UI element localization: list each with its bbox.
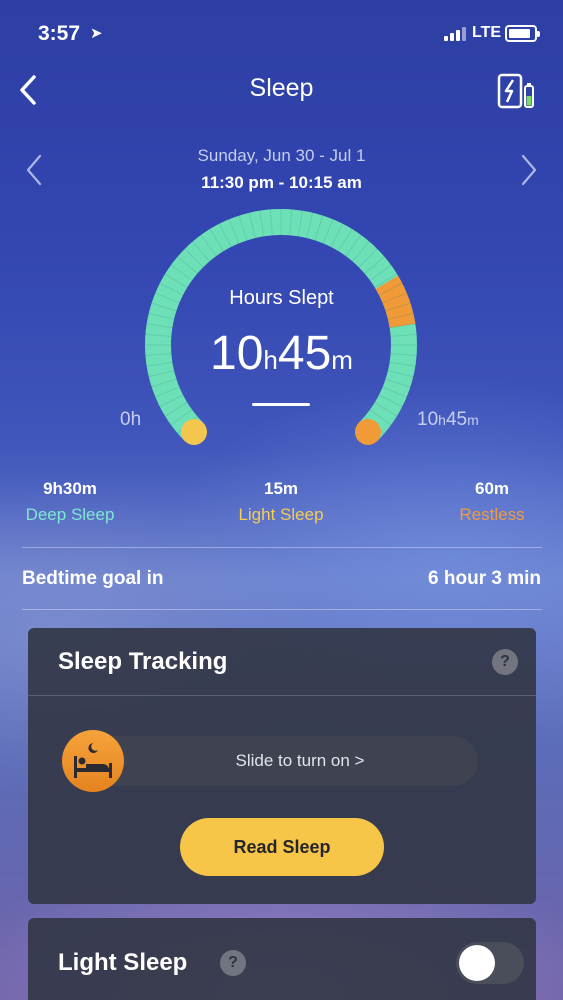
gauge-min-label: 0h [120,409,142,430]
restless-value: 60m [474,479,510,498]
slider-text: Slide to turn on > [235,751,365,770]
next-day-button[interactable] [515,150,541,190]
gauge-divider [252,403,310,406]
device-battery-sync-icon [497,73,534,109]
deep-sleep-label: Deep Sleep [25,505,115,524]
light-sleep-value: 15m [263,479,299,498]
slider-handle[interactable] [62,730,124,792]
bed-moon-icon [74,743,112,778]
sleep-tracking-card: Sleep Tracking ? Slide to turn on > Read… [28,628,536,904]
help-icon[interactable]: ? [492,649,518,675]
divider [22,609,542,610]
battery-icon [505,25,540,42]
restless-stat: 60m Restless [402,479,563,525]
card-separator [28,695,536,696]
chevron-right-icon [521,154,537,186]
gauge-max-label: 10h45m [417,409,479,430]
bedtime-goal-value: 6 hour 3 min [428,568,541,589]
page-title: Sleep [249,74,314,102]
toggle-knob [459,945,495,981]
divider [22,547,542,548]
status-bar: 3:57 ➤ LTE [0,0,563,64]
gauge-end-cap [354,418,381,445]
hours-slept-value: 10h45m [210,327,353,380]
location-arrow-icon: ➤ [90,25,103,42]
deep-sleep-value: 9h30m [43,479,97,498]
cellular-signal-icon [444,27,466,41]
deep-sleep-stat: 9h30m Deep Sleep [0,479,160,525]
help-icon[interactable]: ? [220,950,246,976]
gauge-start-cap [181,418,208,445]
read-sleep-button[interactable]: Read Sleep [180,818,384,876]
light-sleep-label: Light Sleep [238,505,324,524]
light-sleep-title: Light Sleep [58,949,188,976]
network-type: LTE [472,24,502,41]
device-sync-button[interactable] [496,72,536,110]
sleep-tracking-title: Sleep Tracking [58,648,228,675]
restless-label: Restless [459,505,525,524]
date-range: Sunday, Jun 30 - Jul 1 [197,146,366,165]
sleep-tracking-slider[interactable]: Slide to turn on > [62,730,478,792]
light-sleep-toggle[interactable] [456,942,524,984]
status-time: 3:57 [38,22,81,45]
light-sleep-stat: 15m Light Sleep [191,479,371,525]
sleep-time-range: 11:30 pm - 10:15 am [201,173,362,192]
hours-slept-label: Hours Slept [229,287,334,309]
bedtime-goal-label: Bedtime goal in [22,568,164,589]
light-sleep-card: Light Sleep ? [28,918,536,1000]
